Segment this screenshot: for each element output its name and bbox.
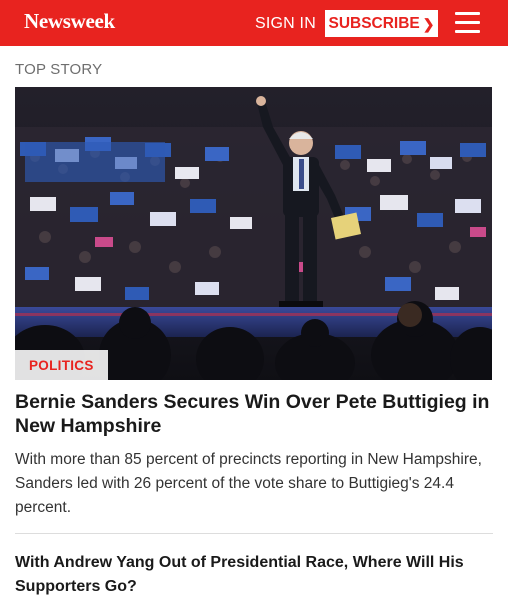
section-label: TOP STORY [15, 61, 103, 78]
menu-bar [455, 21, 480, 24]
category-tag[interactable]: POLITICS [15, 350, 108, 380]
rally-photo [15, 87, 492, 380]
sign-in-link[interactable]: SIGN IN [255, 15, 316, 33]
top-story-headline[interactable]: Bernie Sanders Secures Win Over Pete But… [15, 390, 495, 438]
subscribe-button[interactable]: SUBSCRIBE ❯ [325, 10, 438, 37]
subscribe-label: SUBSCRIBE [328, 14, 420, 32]
chevron-right-icon: ❯ [422, 15, 435, 32]
top-story-summary: With more than 85 percent of precincts r… [15, 451, 482, 516]
newsweek-logo[interactable]: Newsweek [24, 9, 115, 34]
top-story-image[interactable] [15, 87, 492, 380]
next-story-headline[interactable]: With Andrew Yang Out of Presidential Rac… [15, 551, 485, 599]
top-navigation-bar: Newsweek SIGN IN SUBSCRIBE ❯ [0, 0, 508, 46]
menu-bar [455, 30, 480, 33]
divider [15, 533, 493, 534]
hamburger-menu-icon[interactable] [455, 12, 480, 33]
menu-bar [455, 12, 480, 15]
